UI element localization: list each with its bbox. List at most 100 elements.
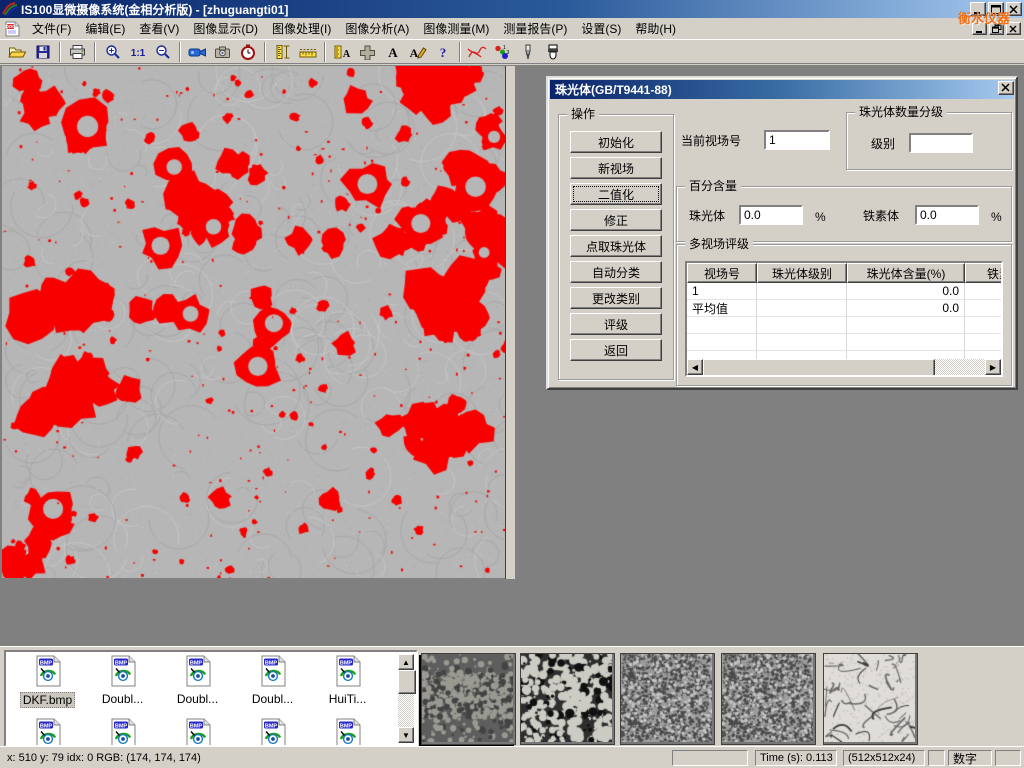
- svg-text:BMP: BMP: [114, 660, 127, 666]
- brush-tool-icon[interactable]: [540, 41, 565, 63]
- file-name: Doubl...: [250, 692, 295, 706]
- file-item[interactable]: BMP Doubl...: [85, 655, 160, 708]
- move-cross-icon[interactable]: [355, 41, 380, 63]
- file-item[interactable]: BMPDoubl...: [160, 655, 235, 708]
- file-item[interactable]: BMPDKF.bmp: [10, 655, 85, 708]
- maximize-button[interactable]: [988, 2, 1004, 16]
- menu-image-process[interactable]: 图像处理(I): [265, 20, 338, 38]
- grade-level-label: 级别: [871, 137, 895, 151]
- scrollbar-thumb[interactable]: [703, 359, 935, 377]
- text-a-icon[interactable]: A: [380, 41, 405, 63]
- file-name: Doubl...: [100, 692, 145, 706]
- caliper-icon[interactable]: [270, 41, 295, 63]
- current-view-input[interactable]: 1: [764, 130, 830, 150]
- zoom-in-icon[interactable]: [100, 41, 125, 63]
- print-icon[interactable]: [65, 41, 90, 63]
- bmp-file-icon: BMP: [108, 718, 138, 747]
- change-class-button[interactable]: 更改类别: [570, 287, 662, 309]
- file-item[interactable]: BMP Doubl...: [235, 655, 310, 708]
- menu-file[interactable]: 文件(F): [25, 20, 78, 38]
- new-view-button[interactable]: 新视场: [570, 157, 662, 179]
- help-icon[interactable]: ?: [430, 41, 455, 63]
- svg-text:A: A: [388, 45, 398, 60]
- menu-report[interactable]: 测量报告(P): [496, 20, 574, 38]
- scroll-right-button[interactable]: ▶: [985, 359, 1001, 375]
- table-cell: [687, 334, 757, 351]
- thumbnail-image[interactable]: [721, 653, 816, 745]
- init-button[interactable]: 初始化: [570, 131, 662, 153]
- annotate-icon[interactable]: A: [405, 41, 430, 63]
- dialog-close-button[interactable]: [998, 81, 1014, 95]
- correct-button[interactable]: 修正: [570, 209, 662, 231]
- scroll-up-button[interactable]: ▲: [398, 654, 414, 670]
- video-camera-icon[interactable]: [185, 41, 210, 63]
- ferrite-percent-label: 铁素体: [863, 209, 899, 223]
- pearlite-percent-input[interactable]: 0.0: [739, 205, 803, 225]
- scroll-down-button[interactable]: ▼: [398, 727, 414, 743]
- zoom-out-icon[interactable]: [150, 41, 175, 63]
- file-item[interactable]: BMP: [310, 718, 385, 747]
- grade-group: 珠光体数量分级 级别: [846, 112, 1012, 170]
- close-button[interactable]: [1006, 2, 1022, 16]
- bmp-file-icon: BMP: [33, 718, 63, 747]
- thumbnail-image[interactable]: [620, 653, 715, 745]
- table-cell: [847, 334, 965, 351]
- timer-clock-icon[interactable]: [235, 41, 260, 63]
- pen-tool-icon[interactable]: [515, 41, 540, 63]
- ruler-icon[interactable]: [295, 41, 320, 63]
- thumbnail-image[interactable]: [421, 653, 516, 745]
- bmp-file-icon: BMP: [33, 655, 63, 690]
- phase-dots-icon[interactable]: 13: [490, 41, 515, 63]
- pearlite-dialog-titlebar[interactable]: 珠光体(GB/T9441-88): [550, 80, 1014, 99]
- binarize-button[interactable]: 二值化: [570, 183, 662, 205]
- thumbnail-image[interactable]: [520, 653, 615, 745]
- menu-help[interactable]: 帮助(H): [628, 20, 683, 38]
- file-item[interactable]: BMP: [235, 718, 310, 747]
- file-name: Doubl...: [175, 692, 220, 706]
- thumbnail-image[interactable]: [823, 653, 918, 745]
- table-cell: 0.0: [847, 300, 965, 317]
- menu-settings[interactable]: 设置(S): [574, 20, 628, 38]
- file-item[interactable]: BMPHuiTi...: [310, 655, 385, 708]
- rate-button[interactable]: 评级: [570, 313, 662, 335]
- toolbar-separator: [459, 42, 461, 62]
- auto-classify-button[interactable]: 自动分类: [570, 261, 662, 283]
- file-item[interactable]: BMP: [160, 718, 235, 747]
- bmp-file-icon: BMP: [183, 718, 213, 747]
- ferrite-percent-input[interactable]: 0.0: [915, 205, 979, 225]
- menu-image-measure[interactable]: 图像测量(M): [416, 20, 496, 38]
- column-header-0[interactable]: 视场号: [687, 263, 757, 283]
- column-header-3[interactable]: 铁素体: [965, 263, 1001, 283]
- child-close-button[interactable]: [1006, 22, 1021, 35]
- scrollbar-thumb[interactable]: [398, 670, 416, 694]
- file-list-scrollbar[interactable]: ▲ ▼: [398, 654, 414, 743]
- pick-pearlite-button[interactable]: 点取珠光体: [570, 235, 662, 257]
- open-folder-icon[interactable]: [5, 41, 30, 63]
- file-item[interactable]: BMP: [10, 718, 85, 747]
- grade-level-input[interactable]: [909, 133, 973, 153]
- child-restore-button[interactable]: [989, 22, 1004, 35]
- percent-group: 百分含量 珠光体 0.0 % 铁素体 0.0 %: [676, 186, 1012, 242]
- file-item[interactable]: BMP: [85, 718, 160, 747]
- actual-size-icon[interactable]: 1:1: [125, 41, 150, 63]
- child-minimize-button[interactable]: [972, 22, 987, 35]
- bmp-file-icon: BMP: [258, 655, 288, 690]
- curve-tool-icon[interactable]: [465, 41, 490, 63]
- scroll-left-button[interactable]: ◀: [687, 359, 703, 375]
- menu-image-analysis[interactable]: 图像分析(A): [338, 20, 416, 38]
- menu-edit[interactable]: 编辑(E): [78, 20, 132, 38]
- calibrate-icon[interactable]: A: [330, 41, 355, 63]
- menu-image-display[interactable]: 图像显示(D): [186, 20, 265, 38]
- svg-text:BMP: BMP: [39, 660, 52, 666]
- column-header-1[interactable]: 珠光体级别: [757, 263, 847, 283]
- binarized-metallograph-image[interactable]: [2, 66, 514, 578]
- menu-view[interactable]: 查看(V): [132, 20, 186, 38]
- return-button[interactable]: 返回: [570, 339, 662, 361]
- table-horizontal-scrollbar[interactable]: ◀ ▶: [687, 359, 1001, 375]
- minimize-button[interactable]: [970, 2, 986, 16]
- column-header-2[interactable]: 珠光体含量(%): [847, 263, 965, 283]
- svg-text:DOC: DOC: [6, 24, 17, 29]
- file-list[interactable]: BMPDKF.bmpBMPDoubl...BMPDoubl...BMPDoubl…: [4, 650, 418, 747]
- save-icon[interactable]: [30, 41, 55, 63]
- capture-camera-icon[interactable]: [210, 41, 235, 63]
